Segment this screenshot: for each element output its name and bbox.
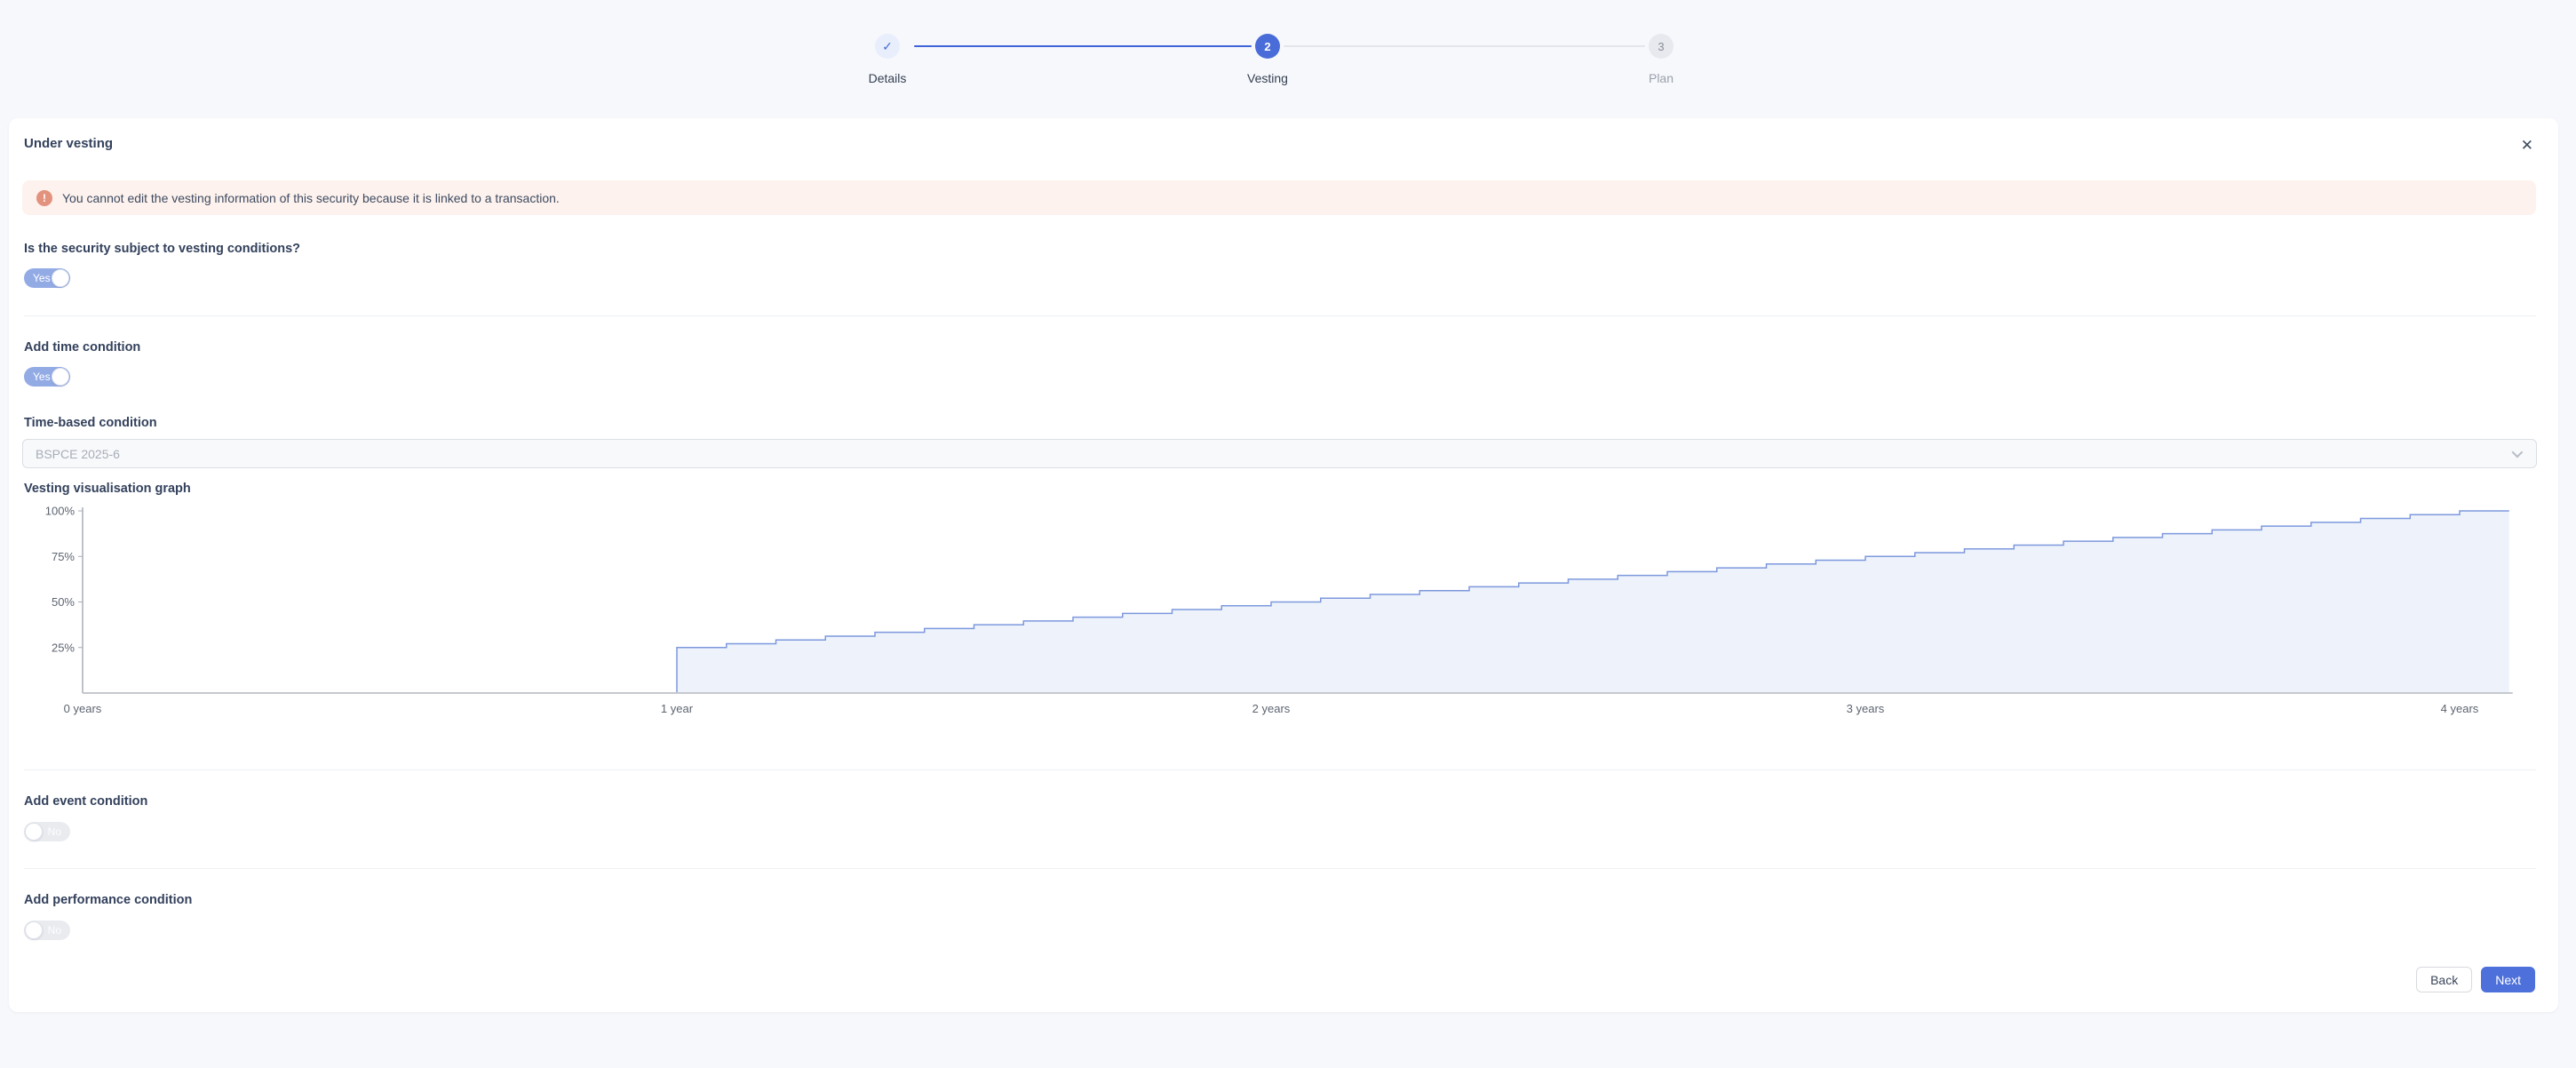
- vesting-chart: 100% 75% 50% 25% 0 years 1 year 2 years 3 years…: [9, 500, 2558, 722]
- toggle-state-label: Yes: [33, 367, 51, 387]
- panel-title: Under vesting: [24, 136, 113, 151]
- svg-text:50%: 50%: [52, 595, 75, 609]
- step-label-plan[interactable]: Plan: [1649, 71, 1674, 85]
- toggle-state-label: No: [48, 921, 61, 940]
- time-condition-toggle[interactable]: Yes: [24, 367, 70, 387]
- svg-text:0 years: 0 years: [64, 702, 102, 715]
- event-condition-label: Add event condition: [24, 794, 147, 809]
- under-vesting-panel: Under vesting ✕ ! You cannot edit the ve…: [9, 118, 2558, 1012]
- svg-text:1 year: 1 year: [661, 702, 694, 715]
- toggle-knob: [25, 921, 43, 939]
- time-based-condition-select[interactable]: BSPCE 2025-6: [22, 439, 2537, 468]
- footer-actions: Back Next: [2416, 967, 2535, 992]
- event-condition-toggle[interactable]: No: [24, 822, 70, 841]
- vesting-question-label: Is the security subject to vesting condi…: [24, 242, 300, 256]
- section-divider: [24, 868, 2536, 869]
- vesting-chart-container: 100% 75% 50% 25% 0 years 1 year 2 years 3 years…: [9, 500, 2558, 722]
- section-divider: [24, 769, 2536, 770]
- chevron-down-icon: [2512, 447, 2524, 458]
- back-button[interactable]: Back: [2416, 967, 2472, 992]
- svg-text:3 years: 3 years: [1847, 702, 1885, 715]
- toggle-knob: [52, 368, 69, 386]
- step-number: 3: [1658, 40, 1664, 53]
- vesting-question-toggle[interactable]: Yes: [24, 268, 70, 288]
- section-divider: [24, 315, 2536, 316]
- step-vesting-indicator[interactable]: 2: [1255, 34, 1280, 59]
- time-based-condition-label: Time-based condition: [24, 416, 157, 430]
- performance-condition-toggle[interactable]: No: [24, 921, 70, 940]
- vesting-graph-label: Vesting visualisation graph: [24, 482, 191, 496]
- toggle-knob: [52, 269, 69, 287]
- step-label-vesting[interactable]: Vesting: [1247, 71, 1288, 85]
- wizard-stepper: ✓ 2 3 Details Vesting Plan: [875, 34, 1686, 89]
- next-button[interactable]: Next: [2481, 967, 2535, 992]
- performance-condition-label: Add performance condition: [24, 893, 192, 907]
- toggle-knob: [25, 823, 43, 841]
- step-details-indicator[interactable]: ✓: [875, 34, 900, 59]
- svg-text:2 years: 2 years: [1252, 702, 1291, 715]
- close-icon[interactable]: ✕: [2519, 136, 2535, 155]
- stepper-connector-completed: [914, 45, 1252, 47]
- svg-text:25%: 25%: [52, 641, 75, 654]
- step-number: 2: [1264, 40, 1270, 53]
- warning-banner: ! You cannot edit the vesting informatio…: [22, 180, 2536, 215]
- step-plan-indicator[interactable]: 3: [1649, 34, 1674, 59]
- warning-text: You cannot edit the vesting information …: [62, 191, 560, 205]
- toggle-state-label: No: [48, 822, 61, 841]
- selected-option: BSPCE 2025-6: [36, 447, 120, 461]
- svg-text:100%: 100%: [45, 505, 76, 518]
- check-icon: ✓: [882, 39, 893, 54]
- toggle-state-label: Yes: [33, 268, 51, 288]
- step-label-details[interactable]: Details: [869, 71, 907, 85]
- time-condition-label: Add time condition: [24, 340, 140, 355]
- stepper-connector-upcoming: [1284, 45, 1645, 47]
- warning-exclamation-icon: !: [36, 190, 52, 206]
- svg-text:75%: 75%: [52, 550, 75, 563]
- svg-text:4 years: 4 years: [2441, 702, 2479, 715]
